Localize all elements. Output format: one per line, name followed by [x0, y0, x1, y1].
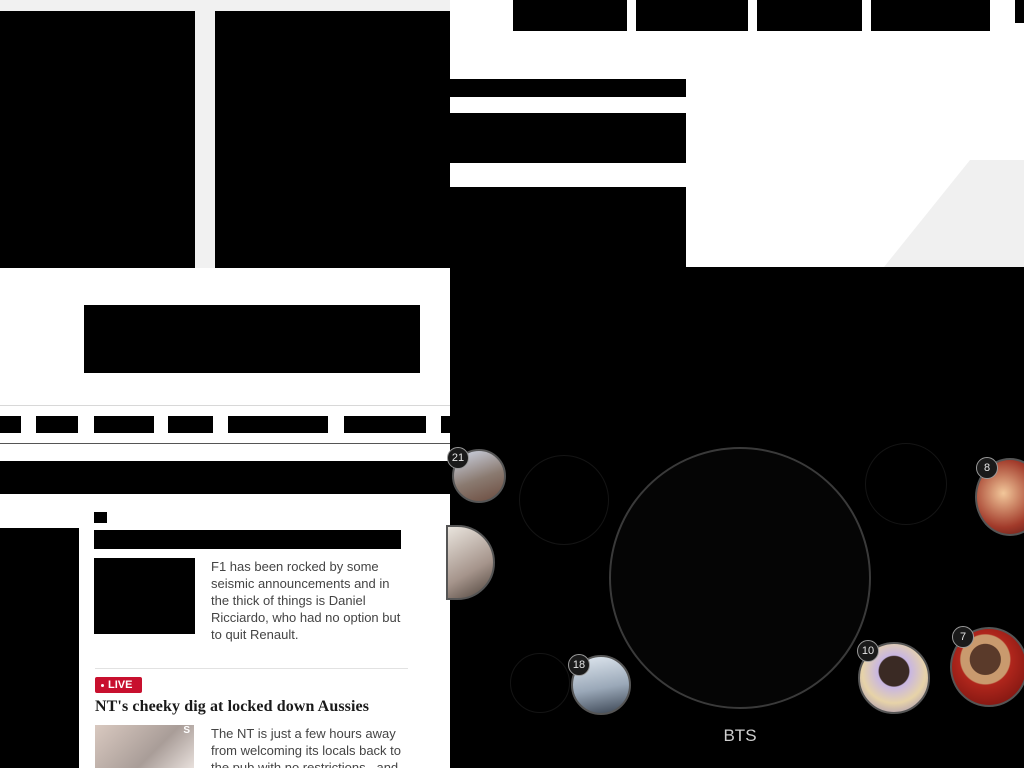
panel-top-edge: [686, 267, 814, 268]
live-dot-icon: [101, 683, 104, 687]
live-badge-label: LIVE: [108, 679, 133, 691]
nav-item-5[interactable]: [228, 416, 328, 433]
story-nt-thumbnail[interactable]: S: [95, 725, 194, 768]
feature-headline[interactable]: [450, 113, 686, 163]
top-nav-item-3[interactable]: [757, 0, 862, 31]
nav-item-6[interactable]: [344, 416, 426, 433]
rank-badge: 21: [447, 447, 469, 469]
nav-item-4[interactable]: [168, 416, 213, 433]
top-nav-item-2[interactable]: [636, 0, 748, 31]
nav-top-divider: [0, 405, 450, 406]
section-header-bar: [0, 461, 450, 494]
ad-block-left[interactable]: [0, 11, 195, 268]
story-f1-summary: F1 has been rocked by some seismic annou…: [211, 559, 401, 642]
featured-artist-circle[interactable]: [609, 447, 871, 709]
artist-slot-ghost: [519, 455, 609, 545]
rank-badge: 7: [952, 626, 974, 648]
featured-artist-label: BTS: [723, 726, 757, 745]
top-grey-band: [0, 0, 450, 11]
feature-summary: [450, 187, 686, 268]
feature-kicker: [450, 79, 686, 97]
top-nav-item-5[interactable]: [1015, 0, 1024, 23]
category-icon: [94, 512, 107, 523]
story-divider: [95, 668, 408, 669]
rank-badge: 18: [568, 654, 590, 676]
ad-block-right[interactable]: [215, 11, 450, 268]
top-nav-item-4[interactable]: [871, 0, 990, 31]
nav-item-2[interactable]: [36, 416, 78, 433]
top-nav-item-1[interactable]: [513, 0, 627, 31]
nav-item-7[interactable]: [441, 416, 450, 433]
decorative-grey-shape: [884, 160, 1024, 267]
rank-badge: 8: [976, 457, 998, 479]
story-nt-headline[interactable]: NT's cheeky dig at locked down Aussies: [95, 698, 369, 716]
nav-item-1[interactable]: [0, 416, 21, 433]
story-nt-summary: The NT is just a few hours away from wel…: [211, 726, 402, 768]
live-badge: LIVE: [95, 677, 142, 693]
artist-slot-ghost: [510, 653, 570, 713]
story-f1-thumbnail[interactable]: [94, 558, 195, 634]
ad-gap: [195, 11, 215, 268]
thumbnail-text: S: [183, 725, 190, 736]
nav-item-3[interactable]: [94, 416, 154, 433]
artist-slot-ghost: [865, 443, 947, 525]
site-logo-banner[interactable]: [84, 305, 420, 373]
story-f1-headline[interactable]: [94, 530, 401, 549]
side-ad-block[interactable]: [0, 528, 79, 768]
nav-bottom-divider: [0, 443, 450, 444]
rank-badge: 10: [857, 640, 879, 662]
